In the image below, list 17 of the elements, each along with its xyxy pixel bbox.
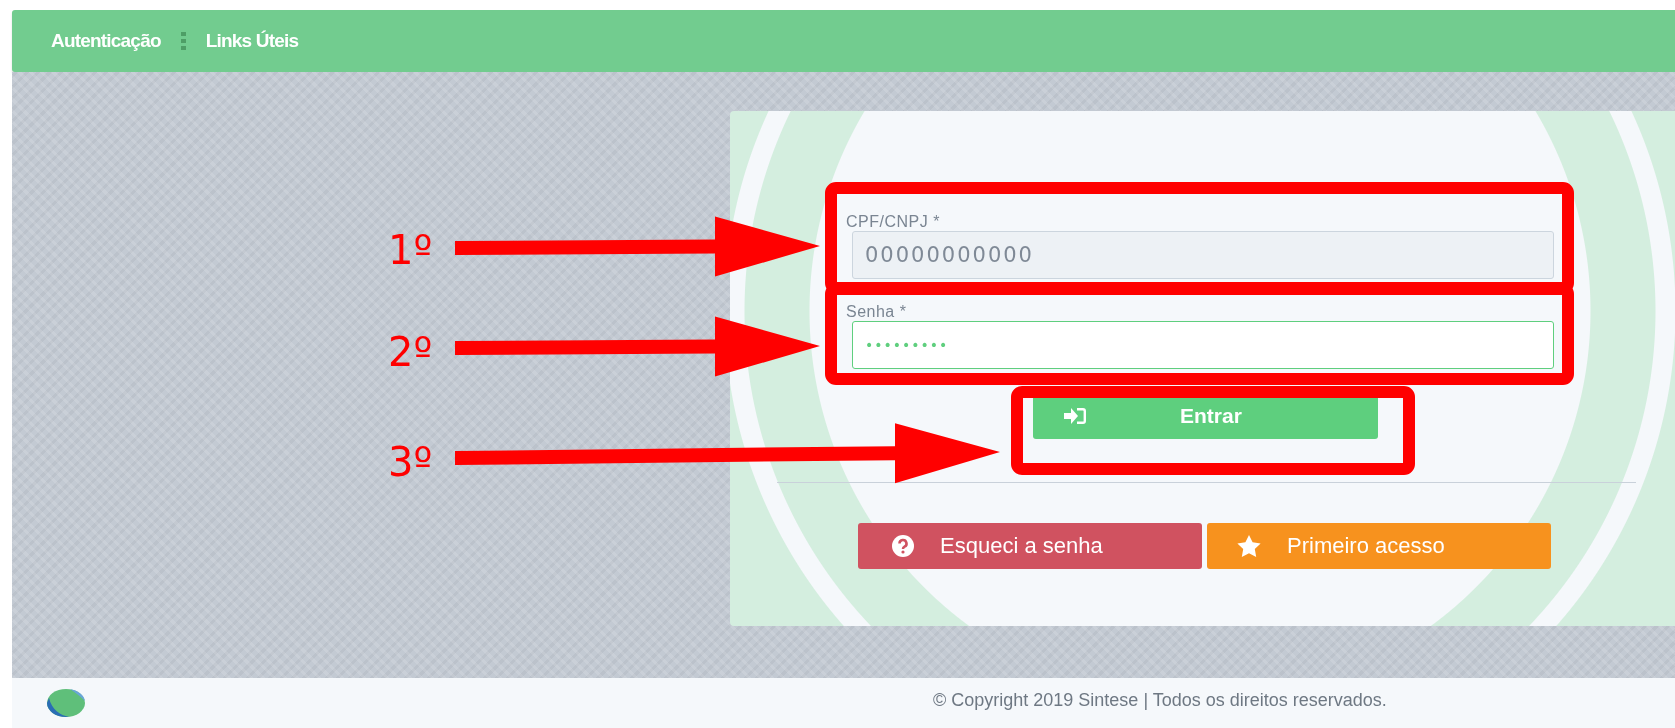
input-field[interactable]: 00000000000 xyxy=(852,231,1554,279)
star-icon xyxy=(1237,535,1261,557)
copyright-text: © Copyright 2019 Sintese | Todos os direitos reservados. xyxy=(933,690,1387,711)
first-access-button[interactable]: Primeiro acesso xyxy=(1207,523,1551,569)
question-icon xyxy=(892,535,914,557)
step-label: 3º xyxy=(388,440,433,484)
field-label: Senha * xyxy=(846,303,908,321)
step-label: 1º xyxy=(388,228,433,272)
globe-logo-icon xyxy=(46,688,86,718)
step-label: 2º xyxy=(388,330,433,374)
forgot-password-button[interactable]: Esqueci a senha xyxy=(858,523,1202,569)
nav-link[interactable]: Links Úteis xyxy=(205,30,299,52)
nav-link[interactable]: Autenticação xyxy=(51,30,161,52)
input-field[interactable]: ••••••••• xyxy=(852,321,1554,369)
field-label: CPF/CNPJ * xyxy=(846,213,941,231)
separator-icon xyxy=(180,32,186,50)
sign-in-icon xyxy=(1064,408,1086,424)
